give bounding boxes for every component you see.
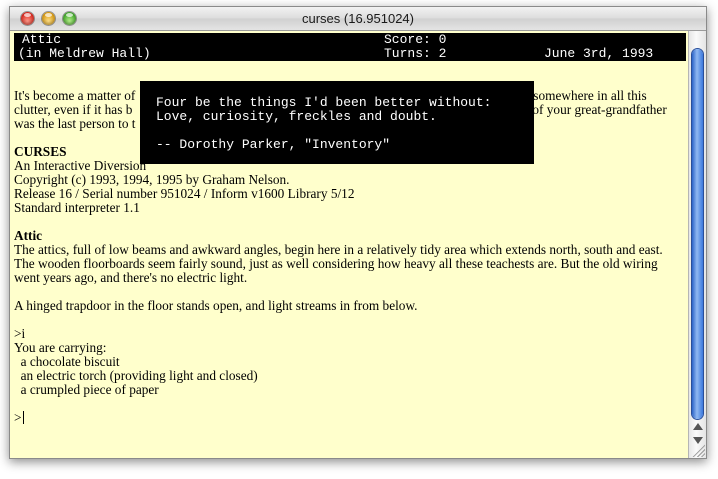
quote-line-1: Four be the things I'd been better witho… — [156, 95, 492, 110]
app-window: curses (16.951024) Attic (in Meldrew Hal… — [9, 6, 707, 459]
resize-grip-icon[interactable] — [691, 443, 705, 457]
room-name: Attic — [14, 228, 43, 243]
quote-attribution: -- Dorothy Parker, "Inventory" — [156, 137, 391, 152]
status-score: Score: 0 — [384, 32, 447, 47]
game-transcript-area[interactable]: Attic (in Meldrew Hall) Score: 0 Turns: … — [10, 31, 688, 458]
release-line: Release 16 / Serial number 951024 / Info… — [14, 186, 355, 201]
quote-line-2: Love, curiosity, freckles and doubt. — [156, 109, 437, 124]
inventory-item: a crumpled piece of paper — [14, 382, 159, 397]
inventory-item: an electric torch (providing light and c… — [14, 368, 258, 383]
room-description: The attics, full of low beams and awkwar… — [14, 242, 666, 285]
status-date: June 3rd, 1993 — [544, 46, 654, 61]
status-sublocation: (in Meldrew Hall) — [18, 46, 151, 61]
status-line: Attic (in Meldrew Hall) Score: 0 Turns: … — [14, 33, 686, 61]
scroll-thumb[interactable] — [692, 49, 703, 419]
window-title: curses (16.951024) — [301, 11, 414, 26]
input-prompt: > — [14, 410, 22, 425]
inventory-item: a chocolate biscuit — [14, 354, 120, 369]
command-input[interactable]: > — [14, 411, 684, 425]
scroll-up-arrow-icon[interactable] — [693, 423, 703, 430]
vertical-scrollbar[interactable] — [688, 31, 706, 458]
command-echo: >i — [14, 326, 26, 341]
trapdoor-line: A hinged trapdoor in the floor stands op… — [14, 298, 418, 313]
status-turns: Turns: 2 — [384, 46, 447, 61]
text-cursor — [22, 411, 24, 424]
quote-box: Four be the things I'd been better witho… — [140, 81, 534, 164]
copyright-line: Copyright (c) 1993, 1994, 1995 by Graham… — [14, 172, 290, 187]
inventory-header: You are carrying: — [14, 340, 107, 355]
title-bar[interactable]: curses (16.951024) — [10, 7, 706, 31]
status-location: Attic — [22, 32, 62, 47]
interpreter-line: Standard interpreter 1.1 — [14, 200, 140, 215]
